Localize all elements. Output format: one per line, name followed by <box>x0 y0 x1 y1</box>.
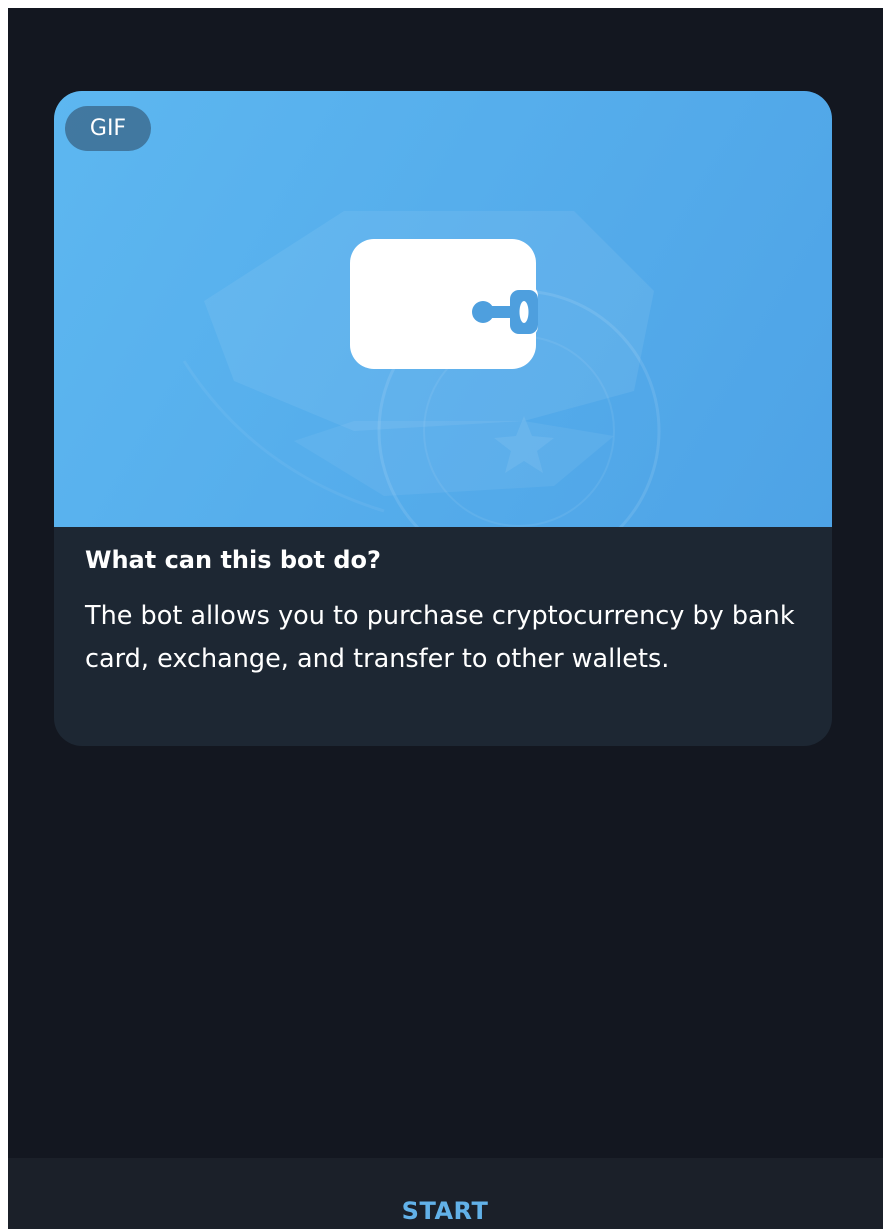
bot-description-title: What can this bot do? <box>85 546 381 574</box>
bot-description-text: The bot allows you to purchase cryptocur… <box>85 601 795 674</box>
bot-intro-animation[interactable]: GIF <box>54 91 832 527</box>
wallet-icon <box>350 239 538 369</box>
bot-intro-screen: GIF What can this bot do? The bot allows… <box>8 8 883 1229</box>
start-button[interactable]: START <box>395 1194 495 1229</box>
gif-badge: GIF <box>65 106 151 151</box>
bot-description-card: GIF What can this bot do? The bot allows… <box>54 91 832 746</box>
